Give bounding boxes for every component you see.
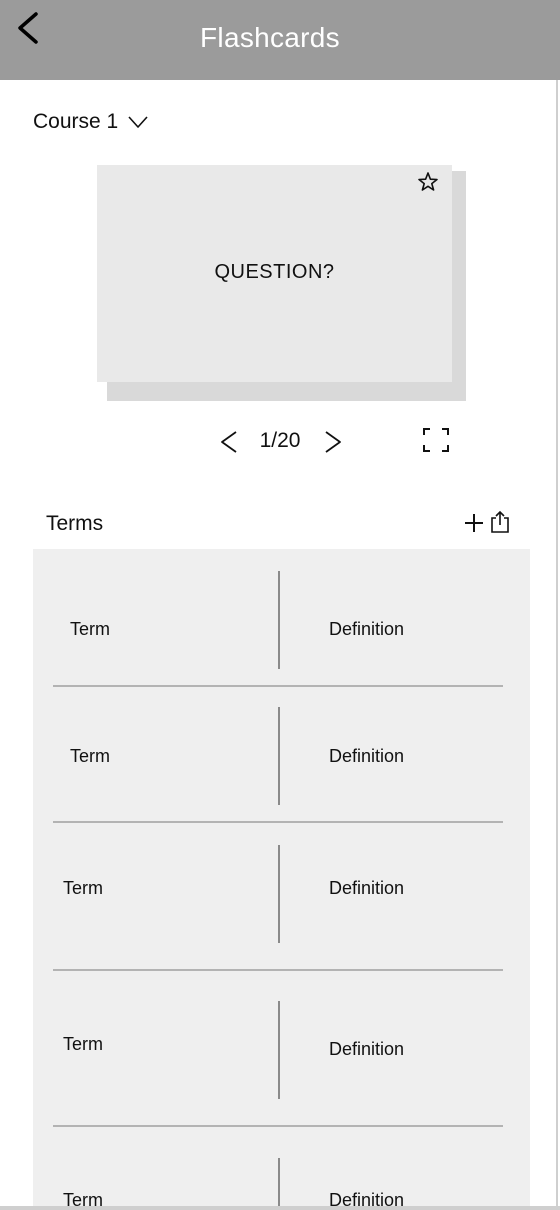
fullscreen-icon [423,428,449,452]
definition-cell[interactable]: Definition [329,619,404,640]
bottom-edge-rule [0,1206,560,1210]
add-term-button[interactable] [463,512,485,534]
row-separator [53,969,503,971]
share-icon [491,510,509,533]
plus-icon [465,514,483,532]
term-cell[interactable]: Term [70,746,110,767]
term-cell[interactable]: Term [70,619,110,640]
definition-cell[interactable]: Definition [329,746,404,767]
terms-list: Term Definition Term Definition Term Def… [33,549,530,1210]
definition-cell[interactable]: Definition [329,878,404,899]
favorite-button[interactable] [417,171,439,193]
definition-cell[interactable]: Definition [329,1039,404,1060]
course-dropdown-label: Course 1 [33,110,119,133]
row-divider-vertical [278,707,280,805]
row-divider-vertical [278,1001,280,1099]
previous-card-button[interactable] [216,428,242,456]
card-counter: 1/20 [259,429,301,452]
row-divider-vertical [278,845,280,943]
chevron-right-icon [325,431,341,453]
flashcard-question: QUESTION? [214,261,335,283]
row-separator [53,821,503,823]
star-icon [418,172,438,191]
chevron-left-icon [221,431,237,453]
row-divider-vertical [278,1158,280,1210]
flashcard[interactable]: QUESTION? [97,165,452,382]
page-title: Flashcards [200,22,340,53]
share-button[interactable] [489,510,511,534]
course-dropdown[interactable]: Course 1 [33,106,148,138]
terms-heading: Terms [46,512,104,535]
term-cell[interactable]: Term [63,878,103,899]
next-card-button[interactable] [320,428,346,456]
fullscreen-button[interactable] [421,426,451,454]
chevron-down-icon [128,116,148,128]
term-cell[interactable]: Term [63,1034,103,1055]
row-separator [53,685,503,687]
right-edge-rule [556,80,558,1210]
row-separator [53,1125,503,1127]
app-bar: Flashcards [0,0,560,80]
row-divider-vertical [278,571,280,669]
